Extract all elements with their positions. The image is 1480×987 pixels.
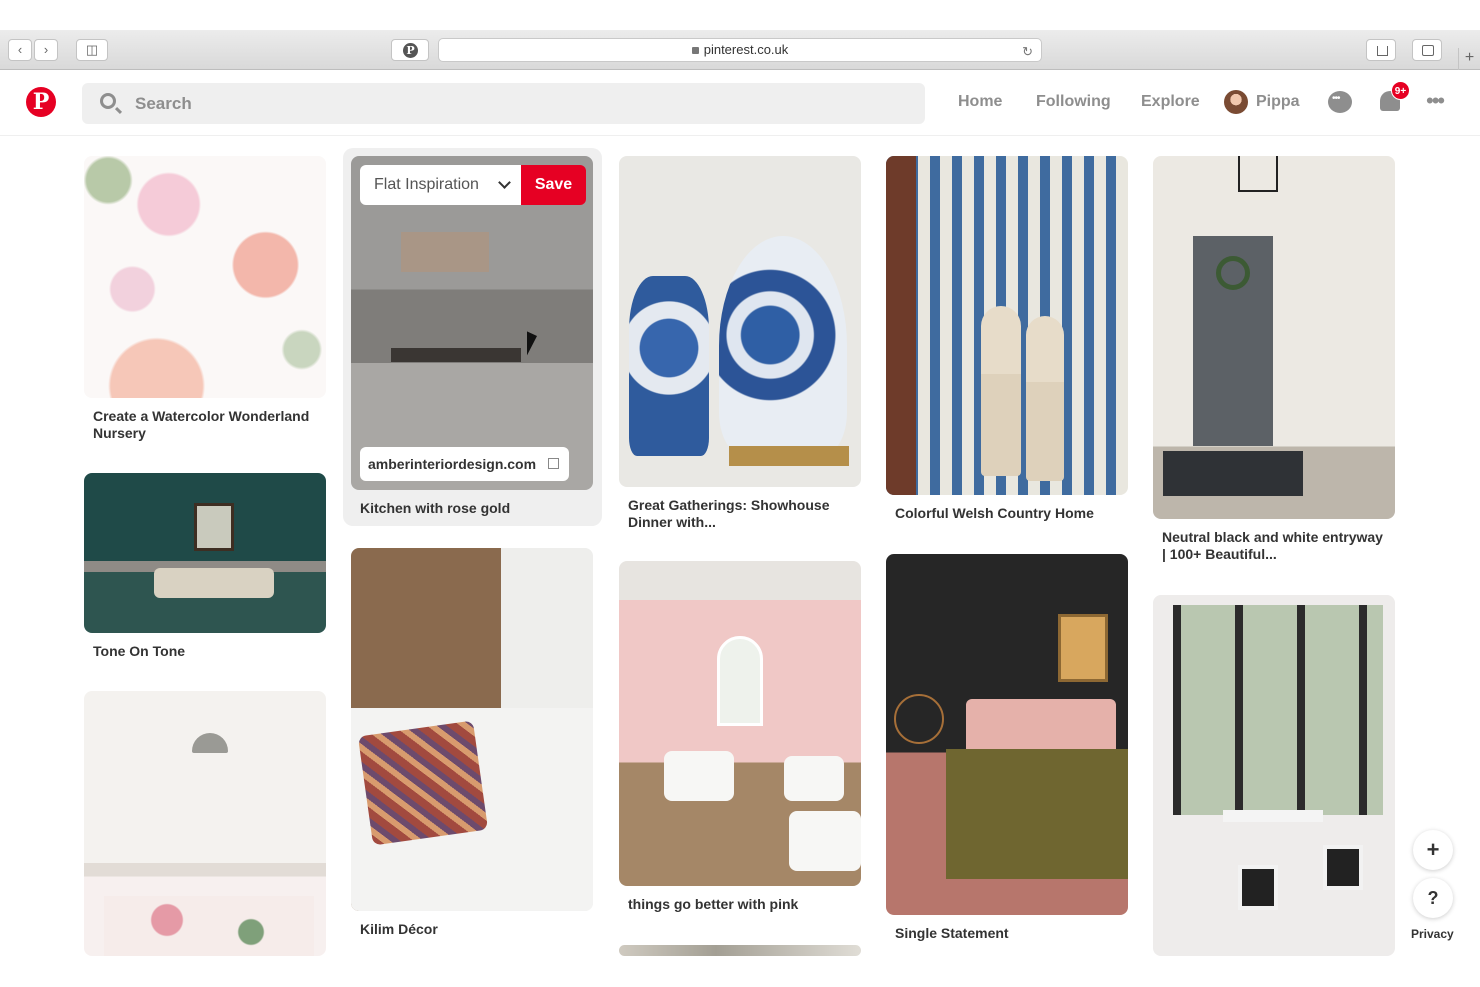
armchair	[664, 751, 734, 801]
nav-following-link[interactable]: Following	[1036, 93, 1111, 111]
pin-title: Kilim Décor	[360, 921, 438, 937]
stove-top	[391, 348, 521, 362]
pin-image[interactable]	[351, 156, 593, 490]
add-pin-button[interactable]: +	[1413, 830, 1453, 870]
pin-card[interactable]: Colorful Welsh Country Home	[886, 156, 1128, 522]
chevron-down-icon	[498, 176, 511, 189]
tassel	[981, 306, 1021, 476]
dining-chair	[1323, 845, 1363, 890]
pin-image[interactable]	[84, 156, 326, 398]
avatar[interactable]	[1224, 90, 1248, 114]
artwork-frame	[1058, 614, 1108, 682]
reload-icon[interactable]: ↻	[1022, 41, 1033, 63]
pin-card[interactable]: things go better with pink	[619, 561, 861, 913]
pin-title: things go better with pink	[628, 896, 799, 912]
help-button[interactable]: ?	[1413, 878, 1453, 918]
pin-image[interactable]	[84, 473, 326, 633]
url-text: pinterest.co.uk	[703, 42, 789, 57]
pin-image[interactable]	[886, 554, 1128, 915]
pin-image[interactable]	[84, 691, 326, 956]
pin-title: Create a Watercolor Wonderland Nursery	[93, 408, 310, 441]
search-icon	[100, 93, 116, 109]
notification-badge: 9+	[1391, 81, 1410, 100]
pin-card[interactable]: Single Statement	[886, 554, 1128, 942]
pin-title: Kitchen with rose gold	[360, 500, 511, 516]
back-button[interactable]: ‹	[8, 39, 32, 61]
ginger-jar	[719, 236, 847, 456]
lock-icon	[691, 47, 699, 54]
search-input[interactable]: Search	[82, 83, 925, 124]
profile-name-link[interactable]: Pippa	[1256, 93, 1300, 111]
nav-explore-link[interactable]: Explore	[1141, 93, 1200, 111]
new-tab-button[interactable]: +	[1458, 48, 1480, 70]
pin-card[interactable]: Kilim Décor	[351, 548, 593, 938]
pin-image[interactable]	[1153, 595, 1395, 956]
armchair	[784, 756, 844, 801]
pin-image[interactable]	[1153, 156, 1395, 519]
save-button[interactable]: Save	[521, 165, 586, 205]
board-selector[interactable]: Flat Inspiration	[360, 165, 521, 205]
ginger-jar	[629, 276, 709, 456]
pin-card[interactable]	[84, 691, 326, 956]
gilt-stand	[729, 446, 849, 466]
nav-home-link[interactable]: Home	[958, 93, 1002, 111]
pendant-lamp	[192, 733, 228, 753]
kilim-pillow	[357, 720, 489, 846]
bed-pillows	[154, 568, 274, 598]
pin-card[interactable]: Great Gatherings: Showhouse Dinner with.…	[619, 156, 861, 531]
pin-title: Tone On Tone	[93, 643, 186, 659]
dining-table	[1223, 810, 1323, 822]
artwork-frame	[194, 503, 234, 551]
tabs-button[interactable]	[1412, 39, 1442, 61]
wood-panel	[886, 156, 916, 495]
pin-card[interactable]	[1153, 595, 1395, 956]
pin-title: Neutral black and white entryway | 100+ …	[1162, 529, 1383, 562]
dining-chair	[1238, 865, 1278, 910]
tassel	[1026, 316, 1064, 481]
pin-image[interactable]	[886, 156, 1128, 495]
olive-bedding	[946, 749, 1128, 879]
pin-card[interactable]: Neutral black and white entryway | 100+ …	[1153, 156, 1395, 563]
sidebar-toggle-button[interactable]: ◫	[76, 39, 108, 61]
source-link[interactable]: amberinteriordesign.com	[360, 447, 569, 481]
range-hood	[401, 232, 489, 272]
chandelier	[1238, 156, 1278, 192]
pinterest-p-icon: P	[403, 43, 418, 58]
doormat	[1163, 451, 1303, 496]
browser-toolbar: ‹ › ◫ P pinterest.co.uk ↻	[0, 30, 1480, 70]
round-lamp	[894, 694, 944, 744]
share-button[interactable]	[1366, 39, 1396, 61]
messages-icon[interactable]	[1328, 91, 1352, 113]
external-link-icon	[548, 458, 559, 469]
pin-image[interactable]	[619, 561, 861, 886]
pin-image[interactable]	[619, 945, 861, 956]
pin-title: Single Statement	[895, 925, 1009, 941]
source-domain: amberinteriordesign.com	[368, 456, 537, 472]
pinterest-favicon[interactable]: P	[391, 39, 429, 61]
more-options-icon[interactable]: •••	[1426, 88, 1445, 114]
address-bar[interactable]: pinterest.co.uk ↻	[438, 38, 1042, 62]
bay-window	[1173, 605, 1383, 815]
arched-window	[717, 636, 763, 726]
pin-card[interactable]: Tone On Tone	[84, 473, 326, 660]
pin-card[interactable]: Create a Watercolor Wonderland Nursery	[84, 156, 326, 442]
pinterest-logo-icon[interactable]: P	[26, 87, 56, 117]
pin-card[interactable]	[619, 945, 861, 956]
search-placeholder: Search	[135, 94, 192, 113]
floral-tablecloth	[104, 896, 314, 956]
pin-title: Colorful Welsh Country Home	[895, 505, 1094, 521]
pin-image[interactable]	[619, 156, 861, 487]
board-name: Flat Inspiration	[374, 176, 479, 193]
privacy-link[interactable]: Privacy	[1411, 927, 1454, 941]
wreath	[1216, 256, 1250, 290]
pinterest-header: P Search Home Following Explore Pippa 9+…	[0, 70, 1480, 136]
forward-button[interactable]: ›	[34, 39, 58, 61]
pin-title: Great Gatherings: Showhouse Dinner with.…	[628, 497, 830, 530]
armchair	[789, 811, 861, 871]
pin-image[interactable]	[351, 548, 593, 911]
